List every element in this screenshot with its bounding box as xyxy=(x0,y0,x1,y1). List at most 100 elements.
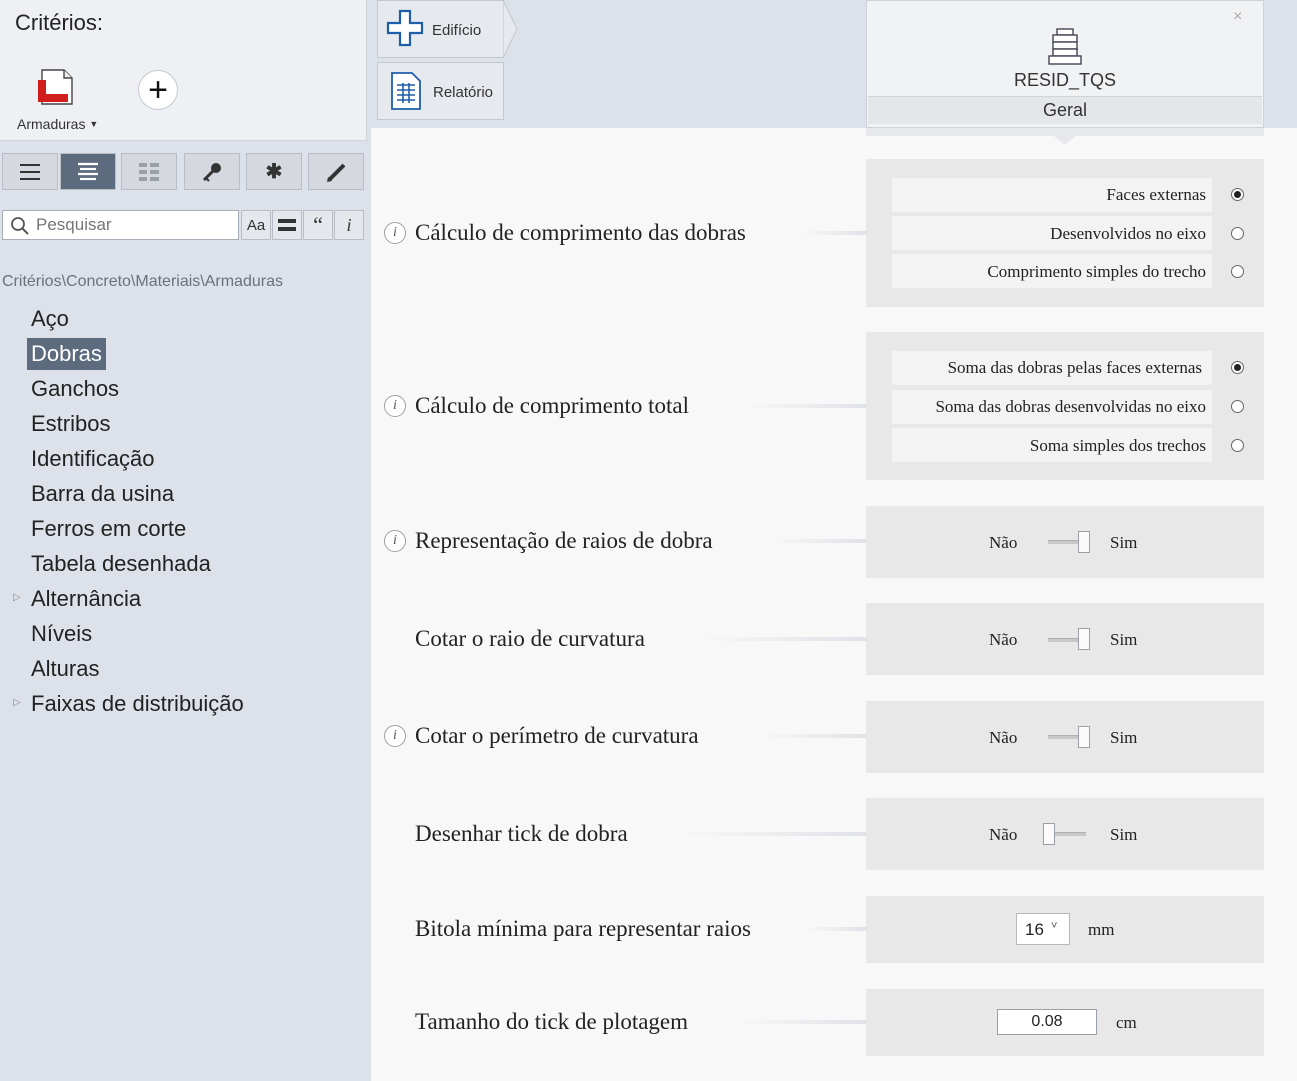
tree-item-identificacao[interactable]: Identificação xyxy=(31,443,155,475)
criteria-title: Critérios: xyxy=(15,10,104,35)
bitola-unit: mm xyxy=(1088,920,1115,939)
calc-total-label: Cálculo de comprimento total xyxy=(415,393,690,418)
toggle-yes-label: Sim xyxy=(1110,728,1138,747)
info-icon[interactable]: i xyxy=(384,222,406,244)
tree-item-alternancia[interactable]: Alternância xyxy=(31,583,141,615)
radio-faces-externas[interactable] xyxy=(1231,188,1244,201)
relatorio-button[interactable]: Relatório xyxy=(377,62,504,120)
tree-item-tabela-desenhada[interactable]: Tabela desenhada xyxy=(31,548,211,580)
list-icon xyxy=(20,163,40,180)
grid-icon xyxy=(139,162,159,181)
detail-view-button[interactable] xyxy=(60,153,116,190)
chevron-down-icon: ˅ xyxy=(1051,920,1058,932)
toggle-thumb[interactable] xyxy=(1078,628,1090,650)
tree-item-ganchos[interactable]: Ganchos xyxy=(31,373,119,405)
tree-item-aco[interactable]: Aço xyxy=(31,303,69,335)
radio-soma-simples[interactable] xyxy=(1231,439,1244,452)
filter-icon xyxy=(278,219,296,231)
armaduras-label: Armaduras xyxy=(17,116,86,132)
edificio-button[interactable]: Edifício xyxy=(377,0,504,58)
plus-building-icon xyxy=(386,9,424,47)
radio-soma-desenvolvidas[interactable] xyxy=(1231,400,1244,413)
close-icon[interactable]: × xyxy=(1233,8,1242,26)
option-soma-simples[interactable]: Soma simples dos trechos xyxy=(892,436,1206,456)
toggle-no-label: Não xyxy=(989,728,1018,747)
bitola-value: 16 xyxy=(1025,920,1044,939)
match-case-button[interactable]: Aa xyxy=(241,210,271,240)
expand-arrow-icon[interactable]: ▷ xyxy=(13,697,21,708)
tree-item-ferros-em-corte[interactable]: Ferros em corte xyxy=(31,513,186,545)
option-desenvolvidos-no-eixo[interactable]: Desenvolvidos no eixo xyxy=(892,224,1206,244)
building-icon xyxy=(1048,28,1082,65)
bitola-minima-label: Bitola mínima para representar raios xyxy=(415,916,751,941)
edificio-label: Edifício xyxy=(432,22,482,39)
grid-view-button[interactable] xyxy=(121,153,177,190)
toggle-thumb[interactable] xyxy=(1078,726,1090,748)
arrow-tab-icon xyxy=(503,0,517,58)
toggle-thumb[interactable] xyxy=(1078,531,1090,553)
toggle-no-label: Não xyxy=(989,533,1018,552)
asterisk-button[interactable]: ✱ xyxy=(246,153,302,190)
list-view-button[interactable] xyxy=(2,153,58,190)
connector-line xyxy=(745,404,866,408)
toggle-no-label: Não xyxy=(989,630,1018,649)
detail-list-icon xyxy=(78,162,98,180)
tree-item-faixas-de-distribuicao[interactable]: Faixas de distribuição xyxy=(31,688,244,720)
calc-dobras-label: Cálculo de comprimento das dobras xyxy=(415,220,746,245)
cotar-raio-label: Cotar o raio de curvatura xyxy=(415,626,645,651)
connector-line xyxy=(800,231,866,235)
info-icon[interactable]: i xyxy=(384,530,406,552)
radio-desenvolvidos-no-eixo[interactable] xyxy=(1231,227,1244,240)
toggle-thumb[interactable] xyxy=(1043,823,1055,845)
connector-line xyxy=(760,734,866,738)
key-button[interactable] xyxy=(184,153,240,190)
option-soma-faces-externas[interactable]: Soma das dobras pelas faces externas xyxy=(892,358,1202,378)
connector-line xyxy=(700,637,866,641)
cotar-perimetro-label: Cotar o perímetro de curvatura xyxy=(415,723,699,748)
quote-button[interactable]: “ xyxy=(303,210,333,240)
geral-tab[interactable]: Geral xyxy=(868,96,1262,124)
tree-item-estribos[interactable]: Estribos xyxy=(31,408,110,440)
connector-line xyxy=(806,927,866,931)
armaduras-dropdown[interactable]: Armaduras ▼ xyxy=(17,116,98,132)
tree-item-niveis[interactable]: Níveis xyxy=(31,618,92,650)
info-icon[interactable]: i xyxy=(384,725,406,747)
tick-size-input[interactable] xyxy=(997,1009,1097,1035)
repr-raios-label: Representação de raios de dobra xyxy=(415,528,713,553)
breadcrumb: Critérios\Concreto\Materiais\Armaduras xyxy=(2,273,283,290)
resid-name: RESID_TQS xyxy=(1013,70,1117,90)
expand-arrow-icon[interactable]: ▷ xyxy=(13,592,21,603)
toggle-no-label: Não xyxy=(989,825,1018,844)
radio-soma-faces-externas[interactable] xyxy=(1231,361,1244,374)
tamanho-tick-label: Tamanho do tick de plotagem xyxy=(415,1009,689,1034)
search-input[interactable] xyxy=(36,212,236,238)
tree-item-barra-da-usina[interactable]: Barra da usina xyxy=(31,478,174,510)
asterisk-icon: ✱ xyxy=(265,161,283,183)
pointer-arrow xyxy=(1054,136,1076,145)
pencil-icon xyxy=(327,163,346,182)
key-icon xyxy=(202,162,221,182)
info-icon[interactable]: i xyxy=(384,395,406,417)
armaduras-icon[interactable] xyxy=(38,68,74,106)
option-comprimento-simples[interactable]: Comprimento simples do trecho xyxy=(892,262,1206,282)
option-faces-externas[interactable]: Faces externas xyxy=(892,185,1206,205)
option-soma-desenvolvidas[interactable]: Soma das dobras desenvolvidas no eixo xyxy=(892,397,1206,417)
pencil-button[interactable] xyxy=(308,153,364,190)
search-icon xyxy=(11,217,29,235)
desenhar-tick-label: Desenhar tick de dobra xyxy=(415,821,628,846)
radio-comprimento-simples[interactable] xyxy=(1231,265,1244,278)
add-criteria-button[interactable]: + xyxy=(138,70,178,110)
header-strip xyxy=(866,128,1264,136)
connector-line xyxy=(680,832,866,836)
caret-down-icon: ▼ xyxy=(89,119,99,129)
tree-item-alturas[interactable]: Alturas xyxy=(31,653,99,685)
info-search-button[interactable]: i xyxy=(334,210,364,240)
tree-item-dobras[interactable]: Dobras xyxy=(27,338,106,370)
filter-button[interactable] xyxy=(272,210,302,240)
relatorio-label: Relatório xyxy=(433,84,494,101)
toggle-yes-label: Sim xyxy=(1110,630,1138,649)
report-icon xyxy=(391,72,421,110)
connector-line xyxy=(770,539,866,543)
connector-line xyxy=(740,1020,866,1024)
toggle-yes-label: Sim xyxy=(1110,825,1138,844)
